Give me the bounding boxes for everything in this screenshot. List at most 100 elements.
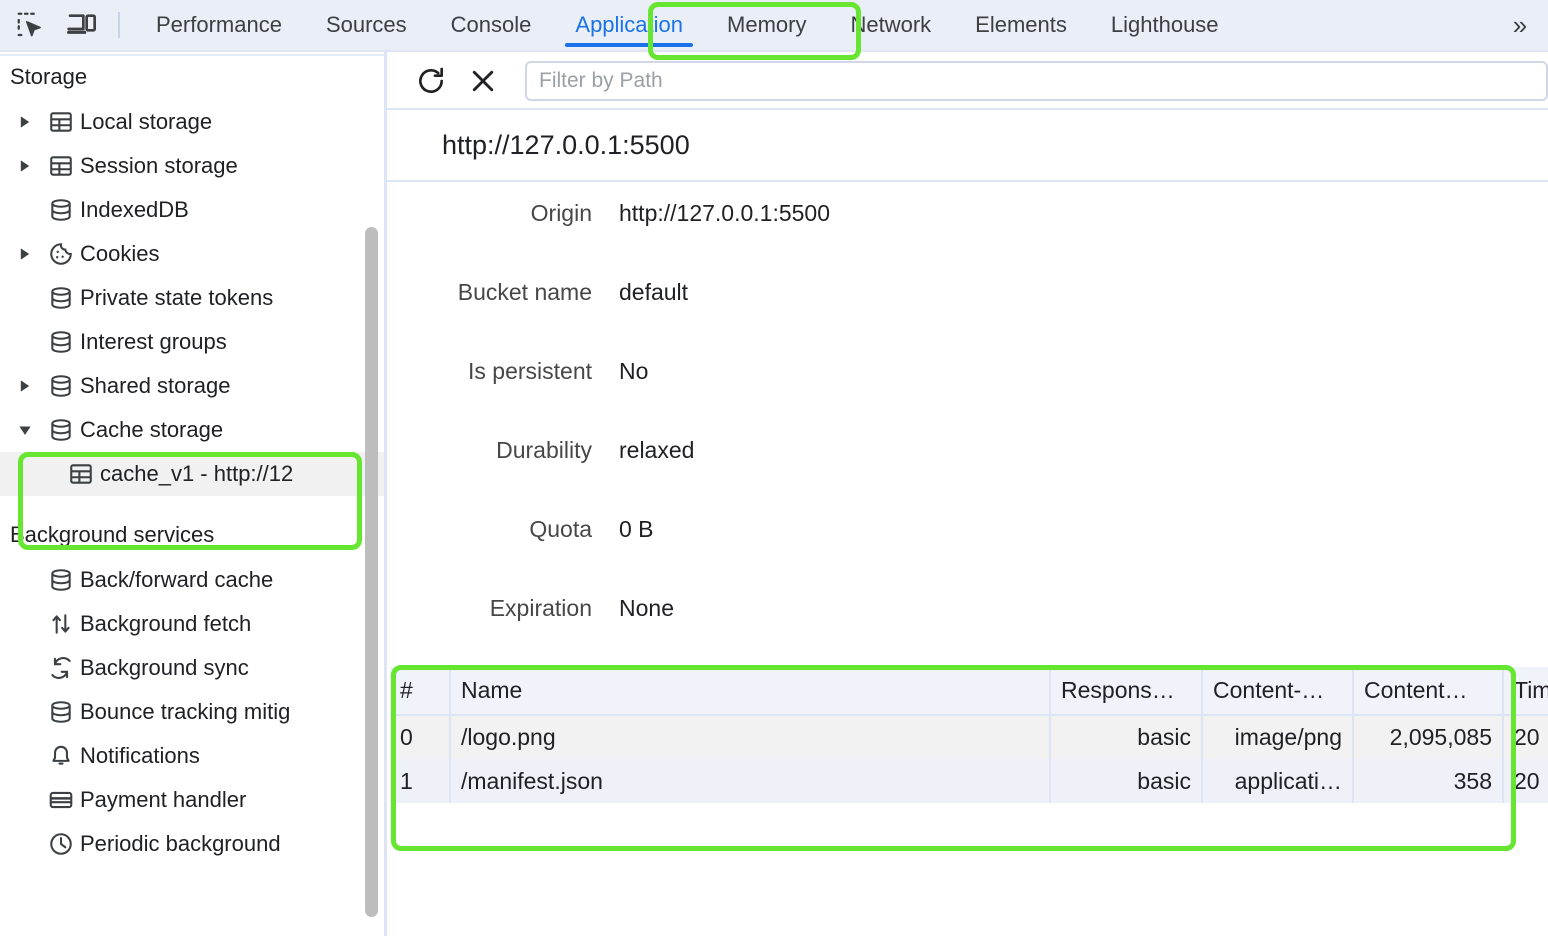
sidebar-item-bounce-tracking-mitigations[interactable]: Bounce tracking mitig [0, 690, 384, 734]
column-header-response-type[interactable]: Respons… [1050, 667, 1203, 716]
cookie-icon [42, 241, 80, 267]
tab-application[interactable]: Application [553, 0, 705, 51]
metadata-value: 0 B [619, 516, 654, 542]
chevron-right-icon[interactable] [18, 159, 42, 173]
sidebar-item-background-fetch[interactable]: Background fetch [0, 602, 384, 646]
sidebar-item-cache-storage[interactable]: Cache storage [0, 408, 384, 452]
sidebar-item-label: Private state tokens [80, 285, 274, 310]
clear-icon[interactable] [457, 55, 509, 107]
sidebar-scrollbar[interactable] [365, 54, 379, 936]
tab-network[interactable]: Network [828, 0, 953, 51]
cell-index: 0 [390, 715, 451, 759]
metadata-value: No [619, 358, 649, 384]
origin-title: http://127.0.0.1:5500 [387, 110, 1548, 182]
column-header-index[interactable]: # [390, 667, 451, 716]
sidebar-section-storage: Storage [10, 64, 88, 89]
metadata-key: Is persistent [468, 358, 592, 384]
credit-card-icon [42, 787, 80, 813]
sidebar-item-label: Cookies [80, 241, 160, 266]
sidebar-top-divider [0, 54, 384, 56]
sidebar-item-indexeddb[interactable]: IndexedDB [0, 188, 384, 232]
sidebar-item-payment-handler[interactable]: Payment handler [0, 778, 384, 822]
cell-content-type: image/png [1202, 715, 1354, 759]
sync-icon [42, 655, 80, 681]
table-icon [42, 153, 80, 179]
metadata-key: Bucket name [457, 279, 592, 305]
sidebar-item-notifications[interactable]: Notifications [0, 734, 384, 778]
table-row[interactable]: 1 /manifest.json basic applicati… 358 20 [390, 759, 1548, 803]
sidebar-item-periodic-background-sync[interactable]: Periodic background [0, 822, 384, 866]
cell-response-type: basic [1050, 715, 1203, 759]
sidebar-item-session-storage[interactable]: Session storage [0, 144, 384, 188]
database-icon [42, 285, 80, 311]
metadata-row-bucket-name: Bucket name default [387, 279, 1548, 358]
table-header-row: # Name Respons… Content-… Content… Tim [390, 667, 1548, 716]
refresh-icon[interactable] [405, 55, 457, 107]
sidebar-item-label: Local storage [80, 109, 213, 134]
sidebar-item-label: Background sync [80, 655, 249, 680]
sidebar-item-background-sync[interactable]: Background sync [0, 646, 384, 690]
chevron-right-icon[interactable] [18, 247, 42, 261]
metadata-key: Quota [529, 516, 592, 542]
devtools-window: Performance Sources Console Application … [0, 0, 1548, 936]
cell-content-length: 358 [1353, 759, 1504, 803]
cache-toolbar [387, 54, 1548, 110]
database-icon [42, 197, 80, 223]
cache-storage-panel: http://127.0.0.1:5500 Origin http://127.… [387, 54, 1548, 936]
cell-index: 1 [390, 759, 451, 803]
database-icon [42, 567, 80, 593]
column-header-content-type[interactable]: Content-… [1202, 667, 1354, 716]
sidebar-item-private-state-tokens[interactable]: Private state tokens [0, 276, 384, 320]
sidebar-item-back-forward-cache[interactable]: Back/forward cache [0, 558, 384, 602]
tab-memory[interactable]: Memory [705, 0, 828, 51]
updown-arrows-icon [42, 611, 80, 637]
devtools-tabbar: Performance Sources Console Application … [0, 0, 1548, 52]
database-icon [42, 699, 80, 725]
sidebar-item-label: Notifications [80, 743, 200, 768]
sidebar-item-label: Shared storage [80, 373, 231, 398]
chevron-right-icon[interactable] [18, 115, 42, 129]
filter-by-path-input[interactable] [525, 61, 1548, 101]
inspect-element-icon[interactable] [4, 0, 56, 51]
sidebar-item-shared-storage[interactable]: Shared storage [0, 364, 384, 408]
cell-response-type: basic [1050, 759, 1203, 803]
chevron-right-icon[interactable] [18, 379, 42, 393]
tab-elements[interactable]: Elements [953, 0, 1089, 51]
sidebar-item-label: Background fetch [80, 611, 252, 636]
tab-sources[interactable]: Sources [304, 0, 429, 51]
sidebar-item-cookies[interactable]: Cookies [0, 232, 384, 276]
application-sidebar[interactable]: Storage Local storage Session storage In… [0, 54, 384, 936]
device-toolbar-icon[interactable] [56, 0, 108, 51]
chevron-down-icon[interactable] [18, 423, 42, 437]
cell-name: /manifest.json [450, 759, 1051, 803]
cell-time-cached: 20 [1503, 715, 1548, 759]
panel-tabs: Performance Sources Console Application … [134, 0, 1492, 51]
table-row[interactable]: 0 /logo.png basic image/png 2,095,085 20 [390, 715, 1548, 759]
metadata-row-is-persistent: Is persistent No [387, 358, 1548, 437]
cache-entries-table: # Name Respons… Content-… Content… Tim 0… [390, 667, 1548, 803]
sidebar-item-label: Payment handler [80, 787, 247, 812]
sidebar-item-local-storage[interactable]: Local storage [0, 100, 384, 144]
sidebar-item-label: Interest groups [80, 329, 227, 354]
tab-console[interactable]: Console [429, 0, 554, 51]
sidebar-item-label: IndexedDB [80, 197, 189, 222]
sidebar-scrollbar-thumb[interactable] [365, 227, 378, 917]
sidebar-item-label: Periodic background [80, 831, 281, 856]
cache-entries-table-wrapper[interactable]: # Name Respons… Content-… Content… Tim 0… [390, 667, 1548, 857]
sidebar-item-label: Back/forward cache [80, 567, 274, 592]
sidebar-item-cache-v1[interactable]: cache_v1 - http://12 [0, 452, 384, 496]
cell-content-type: applicati… [1202, 759, 1354, 803]
metadata-key: Durability [496, 437, 592, 463]
column-header-name[interactable]: Name [450, 667, 1051, 716]
tab-performance[interactable]: Performance [134, 0, 304, 51]
tab-lighthouse[interactable]: Lighthouse [1089, 0, 1241, 51]
table-icon [62, 461, 100, 487]
sidebar-item-label: cache_v1 - http://12 [100, 461, 294, 486]
clock-icon [42, 831, 80, 857]
column-header-content-length[interactable]: Content… [1353, 667, 1504, 716]
more-tabs-icon[interactable]: » [1492, 0, 1548, 51]
database-icon [42, 373, 80, 399]
sidebar-item-interest-groups[interactable]: Interest groups [0, 320, 384, 364]
column-header-time-cached[interactable]: Tim [1503, 667, 1548, 716]
metadata-value: default [619, 279, 689, 305]
